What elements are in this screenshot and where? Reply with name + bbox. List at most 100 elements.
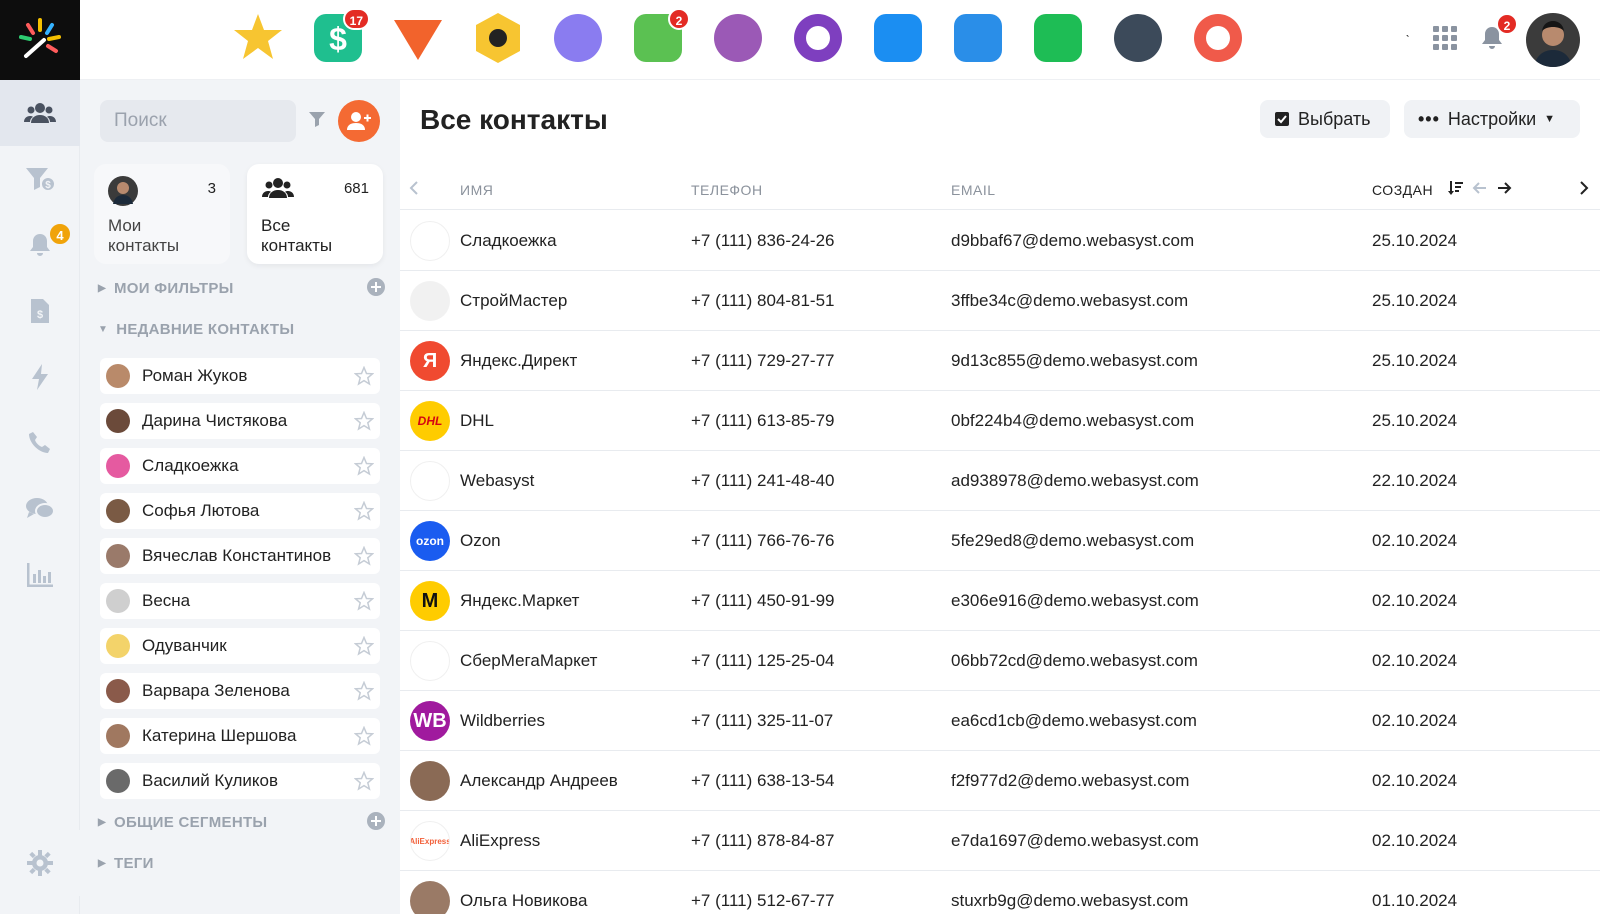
scroll-left-icon[interactable] bbox=[408, 180, 420, 201]
spiral-app-button[interactable] bbox=[550, 10, 606, 66]
recent-contact-item[interactable]: Катерина Шершова bbox=[100, 718, 380, 754]
rail-reminders[interactable]: 4 bbox=[0, 212, 80, 278]
recent-contact-item[interactable]: Варвара Зеленова bbox=[100, 673, 380, 709]
column-name[interactable]: ИМЯ bbox=[460, 182, 493, 198]
table-header: ИМЯ ТЕЛЕФОН EMAIL СОЗДАН bbox=[400, 170, 1600, 210]
table-row[interactable]: WB Wildberries +7 (111) 325-11-07 ea6cd1cb@… bbox=[400, 691, 1600, 751]
column-email[interactable]: EMAIL bbox=[951, 182, 996, 198]
table-row[interactable]: AliExpress AliExpress +7 (111) 878-84-87 e7… bbox=[400, 811, 1600, 871]
filter-icon[interactable] bbox=[308, 110, 326, 133]
table-row[interactable]: СберМегаМаркет +7 (111) 125-25-04 06bb72cd… bbox=[400, 631, 1600, 691]
contact-email: ea6cd1cb@demo.webasyst.com bbox=[951, 711, 1197, 730]
contact-avatar bbox=[106, 364, 130, 388]
star-icon[interactable] bbox=[353, 545, 375, 571]
table-row[interactable]: M Яндекс.Маркет +7 (111) 450-91-99 e306e916… bbox=[400, 571, 1600, 631]
invoice-icon: $ bbox=[31, 299, 49, 323]
rail-sales-funnel[interactable]: $ bbox=[0, 146, 80, 212]
compass-app-button[interactable] bbox=[1110, 10, 1166, 66]
common-segments-label: ОБЩИЕ СЕГМЕНТЫ bbox=[114, 814, 268, 831]
star-icon[interactable] bbox=[353, 365, 375, 391]
rail-contacts[interactable] bbox=[0, 80, 80, 146]
star-icon[interactable] bbox=[353, 635, 375, 661]
money-app-button[interactable]: $17 bbox=[310, 8, 370, 66]
contact-logo: AliExpress bbox=[410, 821, 450, 861]
column-created[interactable]: СОЗДАН bbox=[1372, 182, 1433, 198]
add-filter-icon[interactable] bbox=[367, 278, 385, 301]
table-row[interactable]: ozon Ozon +7 (111) 766-76-76 5fe29ed8@demo.… bbox=[400, 511, 1600, 571]
all-contacts-card[interactable]: 681 Все контакты bbox=[247, 164, 383, 264]
recent-contact-item[interactable]: Вячеслав Константинов bbox=[100, 538, 380, 574]
add-contact-button[interactable] bbox=[338, 100, 380, 142]
camera-app-button[interactable] bbox=[790, 10, 846, 66]
table-row[interactable]: DHL DHL +7 (111) 613-85-79 0bf224b4@demo.we… bbox=[400, 391, 1600, 451]
rail-invoices[interactable]: $ bbox=[0, 278, 80, 344]
tags-section[interactable]: ▶ ТЕГИ bbox=[98, 855, 154, 872]
star-app-button[interactable] bbox=[230, 10, 286, 66]
recent-contact-item[interactable]: Роман Жуков bbox=[100, 358, 380, 394]
contact-phone: +7 (111) 766-76-76 bbox=[691, 531, 835, 550]
mosaic-app-button[interactable] bbox=[710, 10, 766, 66]
contact-logo bbox=[410, 881, 450, 914]
rail-reports[interactable] bbox=[0, 542, 80, 608]
table-row[interactable]: Я Яндекс.Директ +7 (111) 729-27-77 9d13c855… bbox=[400, 331, 1600, 391]
table-row[interactable]: Сладкоежка +7 (111) 836-24-26 d9bbaf67@dem… bbox=[400, 211, 1600, 271]
apps-grid-icon[interactable] bbox=[1432, 25, 1458, 56]
star-icon[interactable] bbox=[353, 500, 375, 526]
star-icon[interactable] bbox=[353, 770, 375, 796]
table-row[interactable]: СтройМастер +7 (111) 804-81-51 3ffbe34c@de… bbox=[400, 271, 1600, 331]
contact-avatar bbox=[106, 634, 130, 658]
contacts-sidebar: 3 Мои контакты 681 Все контакты ▶ МОИ ФИ… bbox=[80, 80, 400, 914]
table-row[interactable]: Александр Андреев +7 (111) 638-13-54 f2f97… bbox=[400, 751, 1600, 811]
lifebuoy-app-button[interactable] bbox=[1190, 10, 1246, 66]
star-icon[interactable] bbox=[353, 680, 375, 706]
recent-contacts-label: НЕДАВНИЕ КОНТАКТЫ bbox=[116, 321, 295, 338]
rail-calls[interactable] bbox=[0, 410, 80, 476]
notifications-badge: 2 bbox=[1496, 12, 1518, 35]
sort-desc-icon[interactable] bbox=[1448, 180, 1464, 201]
search-input[interactable] bbox=[100, 100, 296, 142]
notifications-bell-icon[interactable]: 2 bbox=[1480, 12, 1518, 56]
my-contacts-card[interactable]: 3 Мои контакты bbox=[94, 164, 230, 264]
chart-check-app-button[interactable] bbox=[1030, 10, 1086, 66]
move-column-right-icon[interactable] bbox=[1496, 180, 1512, 201]
move-column-left-icon[interactable] bbox=[1472, 180, 1488, 201]
recent-contact-item[interactable]: Софья Лютова bbox=[100, 493, 380, 529]
recent-contact-item[interactable]: Дарина Чистякова bbox=[100, 403, 380, 439]
rail-messages[interactable] bbox=[0, 476, 80, 542]
star-icon[interactable] bbox=[353, 590, 375, 616]
caret-down-icon: ▼ bbox=[1544, 113, 1556, 125]
contact-avatar bbox=[106, 409, 130, 433]
star-icon[interactable] bbox=[353, 455, 375, 481]
select-button[interactable]: Выбрать bbox=[1260, 100, 1390, 138]
recent-contact-item[interactable]: Одуванчик bbox=[100, 628, 380, 664]
tasks-app-button[interactable]: 2 bbox=[630, 8, 690, 66]
star-icon[interactable] bbox=[353, 410, 375, 436]
user-avatar[interactable] bbox=[1526, 13, 1580, 67]
checklist-app-button[interactable] bbox=[950, 10, 1006, 66]
table-row[interactable]: Webasyst +7 (111) 241-48-40 ad938978@demo.… bbox=[400, 451, 1600, 511]
recent-contact-item[interactable]: Сладкоежка bbox=[100, 448, 380, 484]
recent-contacts-section[interactable]: ▼ НЕДАВНИЕ КОНТАКТЫ bbox=[98, 321, 294, 338]
hexagon-app-button[interactable] bbox=[470, 10, 526, 66]
contact-avatar bbox=[106, 679, 130, 703]
my-filters-section[interactable]: ▶ МОИ ФИЛЬТРЫ bbox=[98, 280, 234, 297]
contact-logo bbox=[410, 281, 450, 321]
vivaldi-app-button[interactable] bbox=[390, 10, 446, 66]
recent-contact-item[interactable]: Василий Куликов bbox=[100, 763, 380, 799]
star-icon[interactable] bbox=[353, 725, 375, 751]
column-phone[interactable]: ТЕЛЕФОН bbox=[691, 182, 763, 198]
webasyst-logo[interactable] bbox=[0, 0, 80, 80]
mosaic-app-icon bbox=[714, 14, 762, 62]
folder-app-icon bbox=[874, 14, 922, 62]
settings-button[interactable]: ••• Настройки ▼ bbox=[1404, 100, 1580, 138]
rail-settings[interactable] bbox=[0, 830, 80, 896]
add-segment-icon[interactable] bbox=[367, 812, 385, 835]
table-row[interactable]: Ольга Новикова +7 (111) 512-67-77 stuxrb9g… bbox=[400, 871, 1600, 914]
rail-automation[interactable] bbox=[0, 344, 80, 410]
contact-logo: DHL bbox=[410, 401, 450, 441]
scroll-right-icon[interactable] bbox=[1578, 180, 1590, 201]
contact-created-date: 25.10.2024 bbox=[1372, 411, 1458, 430]
recent-contact-item[interactable]: Весна bbox=[100, 583, 380, 619]
folder-app-button[interactable] bbox=[870, 10, 926, 66]
common-segments-section[interactable]: ▶ ОБЩИЕ СЕГМЕНТЫ bbox=[98, 814, 267, 831]
